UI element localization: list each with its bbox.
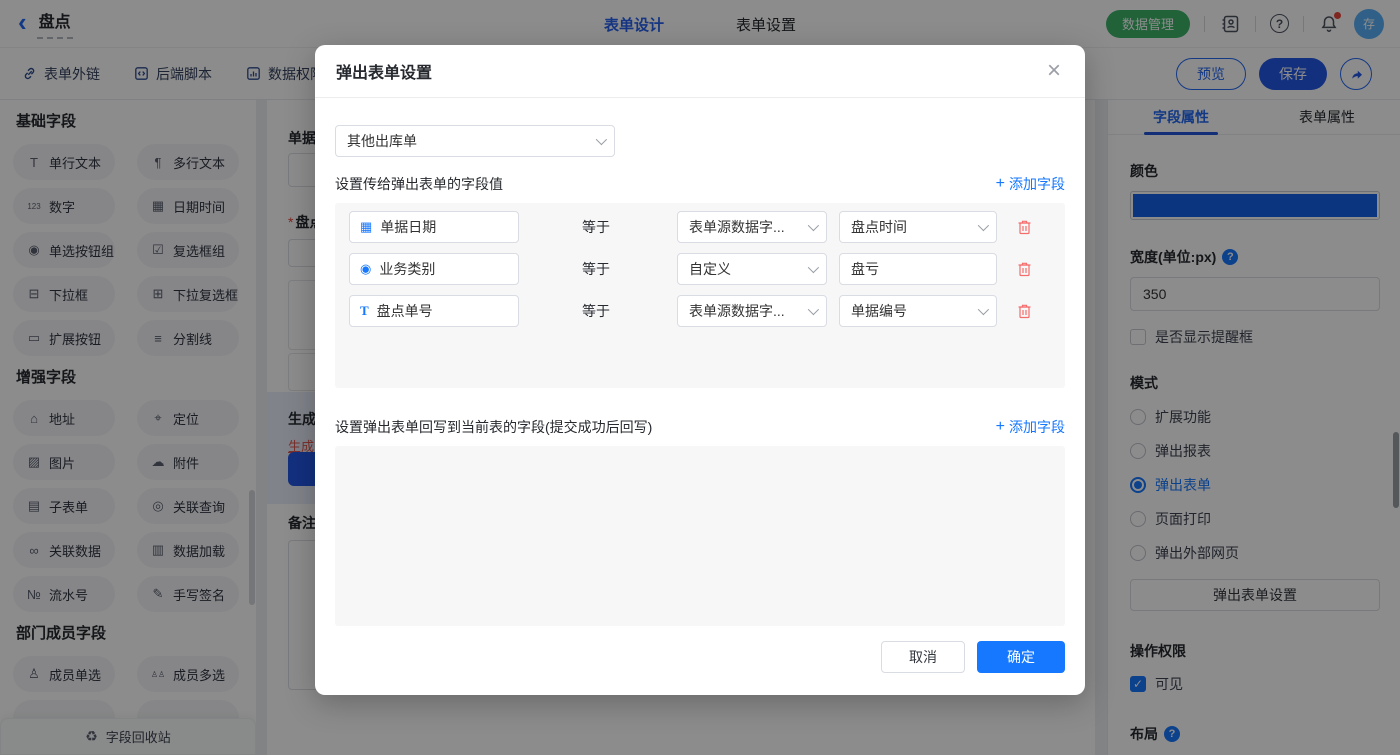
field-name-label: 单据日期	[380, 217, 436, 237]
target-form-select[interactable]: 其他出库单	[335, 125, 615, 157]
delete-row-button[interactable]	[1017, 303, 1032, 319]
cancel-button[interactable]: 取消	[881, 641, 965, 673]
pass-section-label: 设置传给弹出表单的字段值	[335, 174, 503, 194]
source-type-select[interactable]: 表单源数据字...	[677, 295, 827, 327]
chevron-down-icon	[808, 220, 819, 231]
trash-icon	[1017, 219, 1032, 235]
add-field-button[interactable]: + 添加字段	[996, 417, 1065, 437]
chevron-down-icon	[978, 220, 989, 231]
calendar-icon: ▦	[360, 219, 372, 235]
delete-row-button[interactable]	[1017, 219, 1032, 235]
chevron-down-icon	[808, 262, 819, 273]
source-type-select[interactable]: 表单源数据字...	[677, 211, 827, 243]
field-name-box[interactable]: ◉ 业务类别	[349, 253, 519, 285]
operator-label: 等于	[582, 217, 610, 237]
radio-icon: ◉	[360, 261, 371, 277]
operator-label: 等于	[582, 259, 610, 279]
close-icon[interactable]: ×	[1047, 61, 1061, 81]
delete-row-button[interactable]	[1017, 261, 1032, 277]
text-icon: T	[360, 303, 369, 319]
writeback-fields-panel	[335, 446, 1065, 626]
plus-icon: +	[996, 420, 1005, 434]
chevron-down-icon	[596, 134, 607, 145]
field-name-box[interactable]: ▦ 单据日期	[349, 211, 519, 243]
chevron-down-icon	[808, 304, 819, 315]
plus-icon: +	[996, 177, 1005, 191]
add-field-button[interactable]: + 添加字段	[996, 174, 1065, 194]
value-input[interactable]: 盘亏	[839, 253, 997, 285]
value-select[interactable]: 单据编号	[839, 295, 997, 327]
field-name-label: 盘点单号	[377, 301, 433, 321]
field-mapping-row: T 盘点单号 等于 表单源数据字... 单据编号	[349, 295, 1051, 327]
app-root: ‹ 盘点 表单设计 表单设置 数据管理 ?	[0, 0, 1400, 755]
modal-title: 弹出表单设置	[336, 59, 432, 83]
trash-icon	[1017, 261, 1032, 277]
field-mapping-row: ◉ 业务类别 等于 自定义盘亏	[349, 253, 1051, 285]
operator-label: 等于	[582, 301, 610, 321]
field-name-label: 业务类别	[379, 259, 435, 279]
confirm-button[interactable]: 确定	[977, 641, 1065, 673]
source-type-select[interactable]: 自定义	[677, 253, 827, 285]
pass-fields-panel: ▦单据日期等于表单源数据字...盘点时间◉业务类别等于自定义盘亏T盘点单号等于表…	[335, 203, 1065, 388]
field-name-box[interactable]: T 盘点单号	[349, 295, 519, 327]
popup-form-settings-modal: 弹出表单设置 × 其他出库单 设置传给弹出表单的字段值 + 添加字段 ▦ 单据日期…	[315, 45, 1085, 695]
trash-icon	[1017, 303, 1032, 319]
value-select[interactable]: 盘点时间	[839, 211, 997, 243]
writeback-section-label: 设置弹出表单回写到当前表的字段(提交成功后回写)	[335, 417, 652, 437]
field-mapping-row: ▦ 单据日期 等于 表单源数据字... 盘点时间	[349, 211, 1051, 243]
chevron-down-icon	[978, 304, 989, 315]
